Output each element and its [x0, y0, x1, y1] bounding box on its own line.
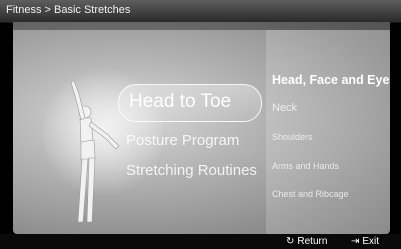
return-label: Return [297, 236, 328, 247]
exit-button[interactable]: ⇥ Exit [351, 236, 379, 247]
submenu-item-chest-ribcage[interactable]: Chest and Ribcage [272, 189, 349, 199]
exit-icon: ⇥ [351, 235, 360, 247]
stretch-submenu: Head, Face and Eyes Neck Shoulders Arms … [266, 30, 390, 234]
return-icon: ↻ [286, 235, 295, 247]
title-bar: Fitness > Basic Stretches [0, 0, 401, 23]
submenu-item-arms-hands[interactable]: Arms and Hands [272, 161, 339, 171]
menu-item-posture-program[interactable]: Posture Program [126, 132, 239, 149]
breadcrumb: Fitness > Basic Stretches [6, 4, 131, 16]
content-panel: Head to Toe Posture Program Stretching R… [13, 22, 390, 234]
menu-item-head-to-toe[interactable]: Head to Toe [118, 84, 262, 122]
return-button[interactable]: ↻ Return [286, 236, 327, 247]
submenu-item-neck[interactable]: Neck [272, 102, 297, 114]
exit-label: Exit [362, 236, 380, 247]
footer-bar: ↻ Return ⇥ Exit [0, 234, 401, 249]
menu-item-label: Head to Toe [129, 91, 232, 112]
menu-item-stretching-routines[interactable]: Stretching Routines [126, 162, 257, 179]
fitness-screen: Fitness > Basic Stretches Head to Toe Po… [0, 0, 401, 249]
submenu-item-shoulders[interactable]: Shoulders [272, 132, 313, 142]
panel-shade [13, 22, 390, 30]
submenu-item-head-face-eyes[interactable]: Head, Face and Eyes [272, 73, 390, 87]
